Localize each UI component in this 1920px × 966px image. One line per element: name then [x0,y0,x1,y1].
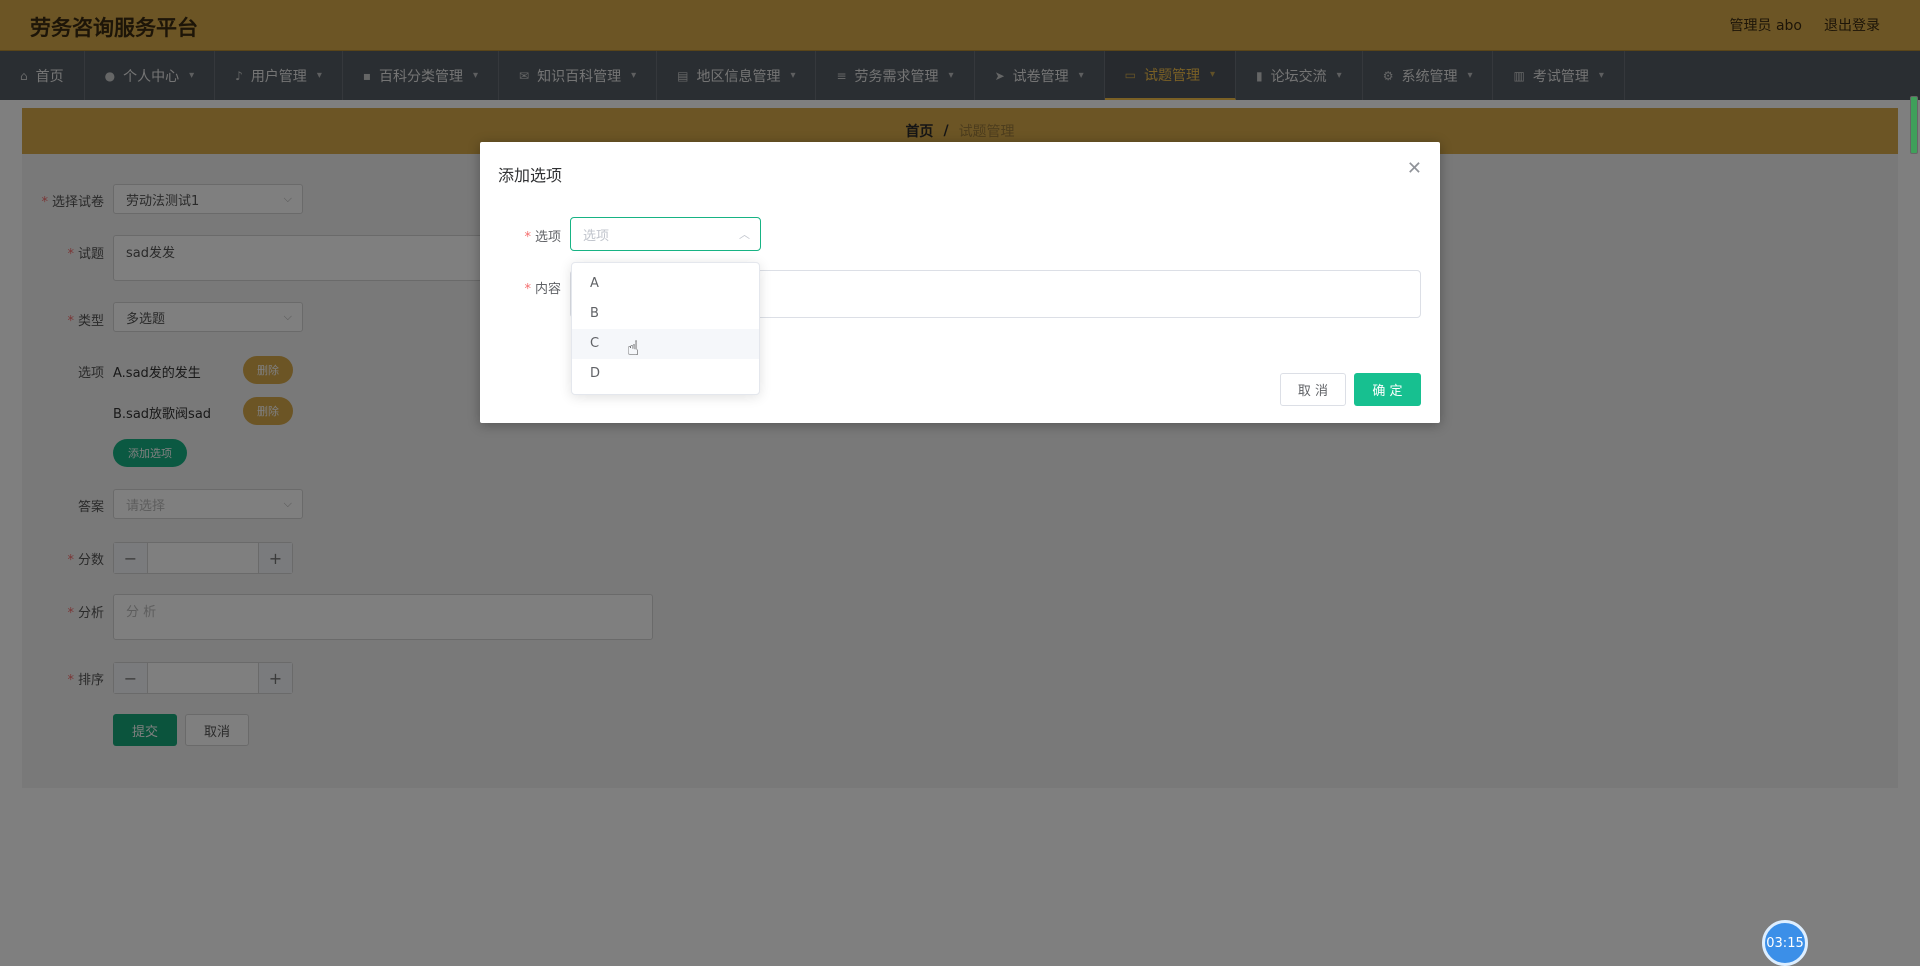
dropdown-item-a[interactable]: A [572,269,759,299]
dropdown-item-c[interactable]: C [572,329,759,359]
scrollbar[interactable] [1910,96,1918,154]
option-select-placeholder: 选项 [583,228,610,244]
timer-badge: 03:15 [1762,920,1808,966]
dialog-content-label: * 内容 [524,282,561,297]
dialog-confirm-button[interactable]: 确 定 [1354,373,1421,406]
chevron-up-icon: ︿ [739,228,750,241]
dialog-option-label: * 选项 [524,230,561,245]
hand-cursor-icon: ☝ [627,336,640,360]
close-icon[interactable]: ✕ [1407,158,1422,179]
dropdown-item-d[interactable]: D [572,359,759,389]
dialog-title: 添加选项 [498,166,563,185]
option-dropdown: A B C D [571,262,760,395]
dropdown-item-b[interactable]: B [572,299,759,329]
dialog-cancel-button[interactable]: 取 消 [1280,373,1346,406]
option-select[interactable]: 选项 ︿ [570,217,761,251]
